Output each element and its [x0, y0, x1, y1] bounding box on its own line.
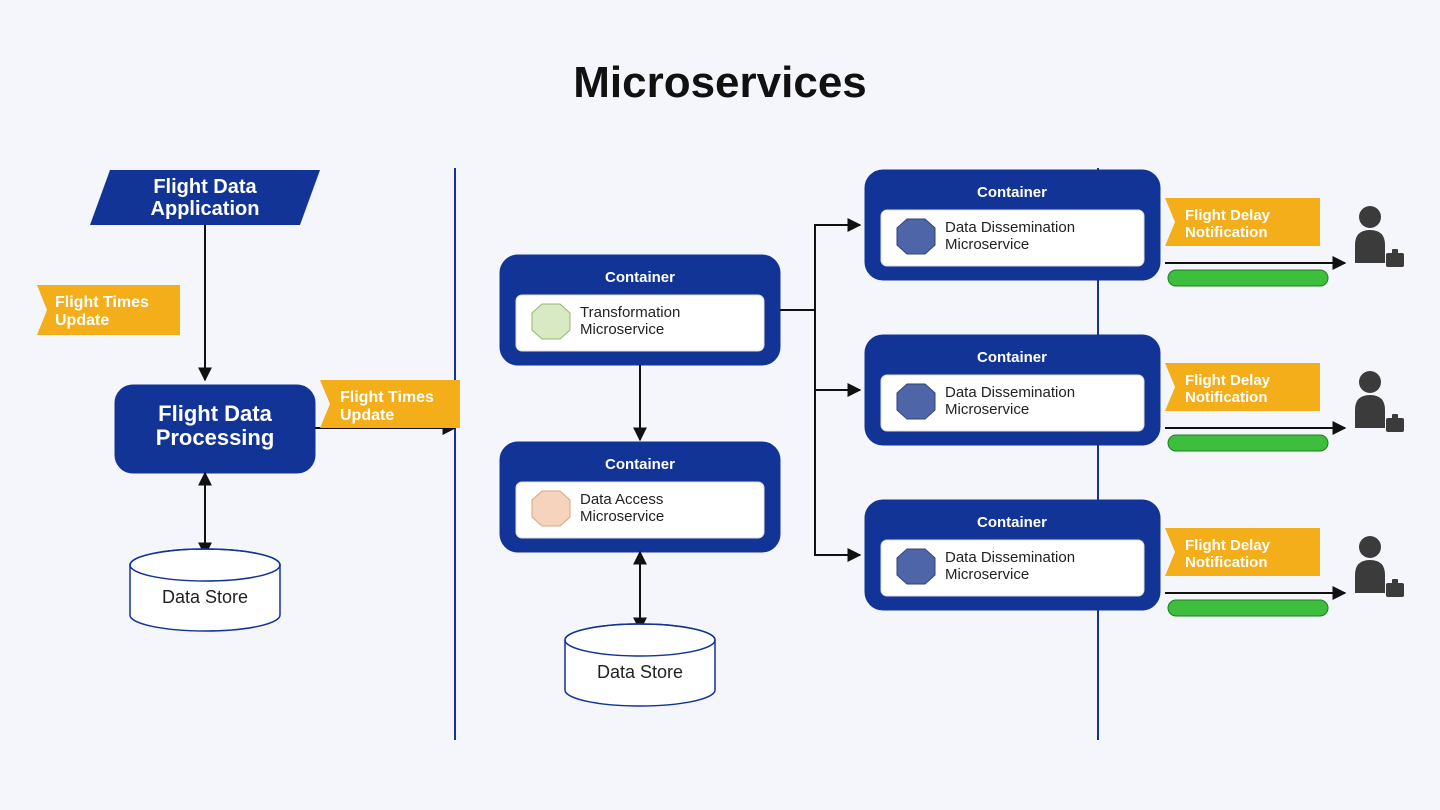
svg-text:Flight DelayNotification: Flight DelayNotification [1185, 372, 1271, 406]
svg-text:Container: Container [605, 269, 675, 286]
arrow [780, 310, 860, 555]
flight-data-processing: Flight DataProcessing [115, 385, 315, 473]
svg-text:Container: Container [977, 514, 1047, 531]
progress-bar [1168, 435, 1328, 451]
progress-bar [1168, 600, 1328, 616]
svg-text:Flight DataProcessing: Flight DataProcessing [156, 401, 275, 450]
hexagon-icon [532, 304, 570, 339]
svg-text:Container: Container [977, 349, 1047, 366]
svg-text:Data Store: Data Store [597, 662, 683, 682]
arrow [780, 225, 860, 310]
svg-text:Data AccessMicroservice: Data AccessMicroservice [580, 491, 664, 525]
person-icon [1355, 206, 1404, 267]
flight-times-update-label-2: Flight TimesUpdate [320, 380, 460, 428]
container-dissemination-1: Container Data DisseminationMicroservice [865, 170, 1160, 280]
hexagon-icon [897, 384, 935, 419]
arrow [780, 310, 860, 390]
person-icon [1355, 371, 1404, 432]
svg-text:Data Store: Data Store [162, 587, 248, 607]
container-dissemination-3: Container Data DisseminationMicroservice [865, 500, 1160, 610]
person-icon [1355, 536, 1404, 597]
flight-delay-notification-1: Flight DelayNotification [1165, 198, 1328, 286]
data-store-middle: Data Store [565, 624, 715, 706]
container-dissemination-2: Container Data DisseminationMicroservice [865, 335, 1160, 445]
container-data-access: Container Data AccessMicroservice [500, 442, 780, 552]
flight-times-update-label: Flight TimesUpdate [37, 285, 180, 335]
progress-bar [1168, 270, 1328, 286]
hexagon-icon [897, 219, 935, 254]
flight-delay-notification-2: Flight DelayNotification [1165, 363, 1328, 451]
svg-text:Flight DelayNotification: Flight DelayNotification [1185, 207, 1271, 241]
flight-delay-notification-3: Flight DelayNotification [1165, 528, 1328, 616]
hexagon-icon [532, 491, 570, 526]
svg-text:Container: Container [977, 184, 1047, 201]
hexagon-icon [897, 549, 935, 584]
svg-text:Flight DelayNotification: Flight DelayNotification [1185, 537, 1271, 571]
flight-data-application: Flight DataApplication [90, 170, 320, 225]
container-transformation: Container TransformationMicroservice [500, 255, 780, 365]
flight-data-application-label: Flight DataApplication [151, 176, 260, 220]
data-store-left: Data Store [130, 549, 280, 631]
svg-text:Container: Container [605, 456, 675, 473]
diagram-canvas: Flight DataApplication Flight TimesUpdat… [0, 0, 1440, 810]
